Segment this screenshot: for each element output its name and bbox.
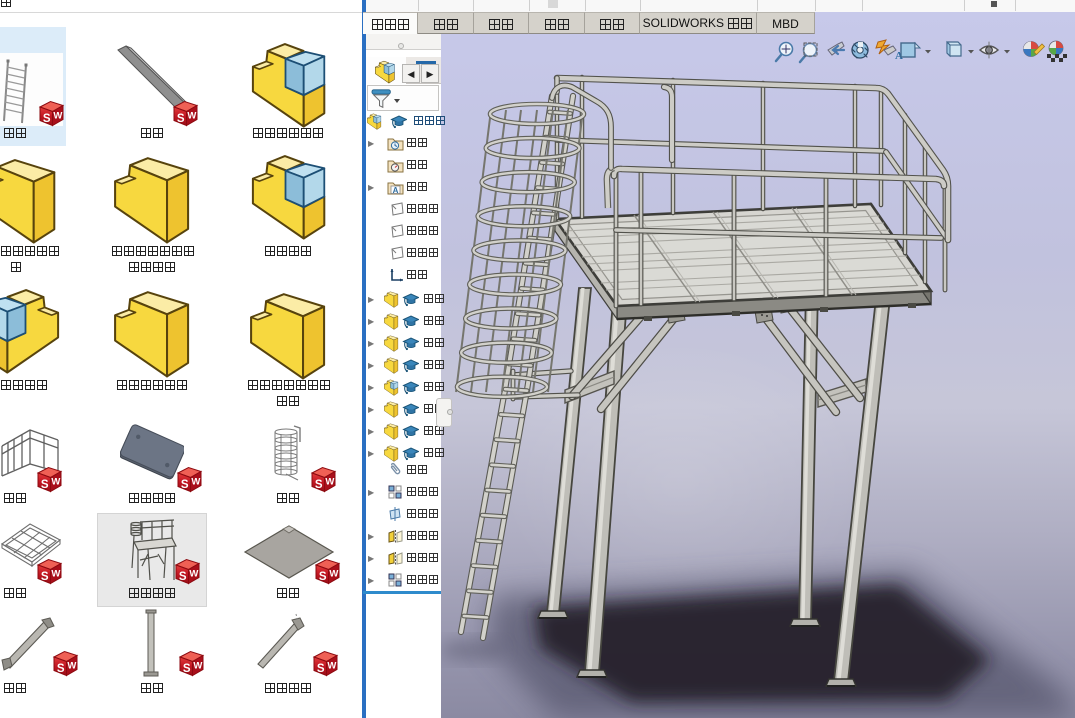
svg-text:A: A	[393, 186, 399, 195]
